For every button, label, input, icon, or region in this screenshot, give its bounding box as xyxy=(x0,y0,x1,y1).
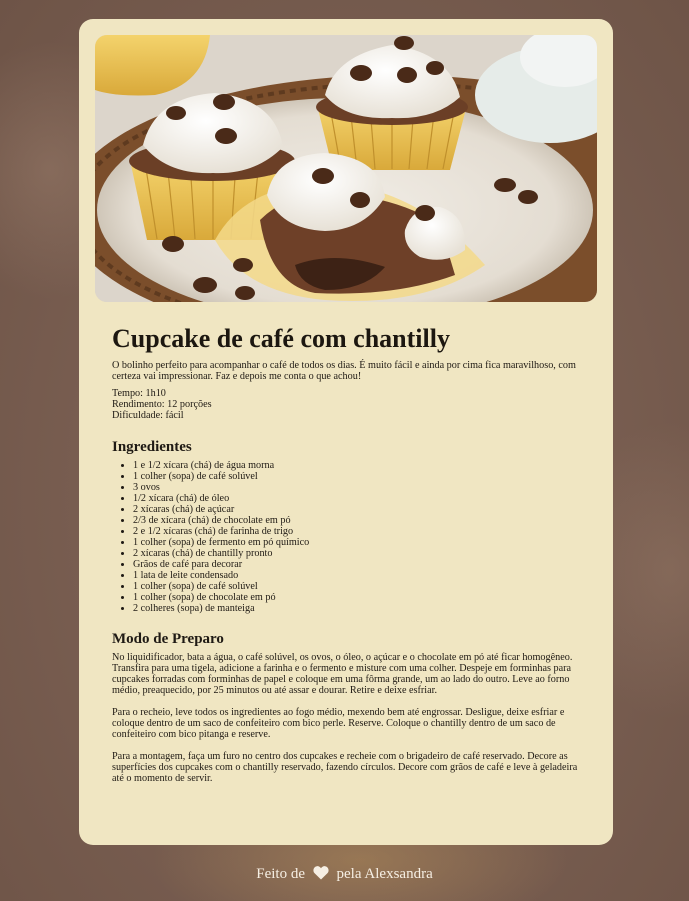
ingredient-item: 1 e 1/2 xícara (chá) de água morna xyxy=(133,460,582,471)
ingredient-item: 1 colher (sopa) de café solúvel xyxy=(133,581,582,592)
ingredient-item: 1 lata de leite condensado xyxy=(133,570,582,581)
ingredient-item: 2 xícaras (chá) de chantilly pronto xyxy=(133,548,582,559)
footer-prefix: Feito de xyxy=(256,866,306,882)
preparation-paragraph: Para a montagem, faça um furo no centro … xyxy=(112,751,578,784)
recipe-time: Tempo: 1h10 xyxy=(112,388,166,399)
heart-icon xyxy=(313,865,329,886)
recipe-yield: Rendimento: 12 porções xyxy=(112,399,212,410)
ingredient-item: 2 xícaras (chá) de açúcar xyxy=(133,504,582,515)
preparation-steps: No liquidificador, bata a água, o café s… xyxy=(112,652,582,784)
footer-suffix: pela Alexsandra xyxy=(336,866,433,882)
ingredient-item: 2/3 de xícara (chá) de chocolate em pó xyxy=(133,515,582,526)
recipe-content: Cupcake de café com chantilly O bolinho … xyxy=(112,324,582,795)
ingredient-item: 1 colher (sopa) de café solúvel xyxy=(133,471,582,482)
preparation-paragraph: No liquidificador, bata a água, o café s… xyxy=(112,652,573,696)
ingredient-item: 3 ovos xyxy=(133,482,582,493)
recipe-intro: O bolinho perfeito para acompanhar o caf… xyxy=(112,360,576,382)
ingredient-item: 1/2 xícara (chá) de óleo xyxy=(133,493,582,504)
ingredient-item: 2 colheres (sopa) de manteiga xyxy=(133,603,582,614)
ingredient-item: Grãos de café para decorar xyxy=(133,559,582,570)
ingredient-item: 1 colher (sopa) de chocolate em pó xyxy=(133,592,582,603)
recipe-photo xyxy=(95,35,597,302)
preparation-heading: Modo de Preparo xyxy=(112,631,224,647)
ingredient-item: 1 colher (sopa) de fermento em pó químic… xyxy=(133,537,582,548)
recipe-meta: Tempo: 1h10 Rendimento: 12 porções Dific… xyxy=(112,388,582,421)
ingredient-item: 2 e 1/2 xícaras (chá) de farinha de trig… xyxy=(133,526,582,537)
page-footer: Feito de pela Alexsandra xyxy=(0,864,689,886)
ingredients-list: 1 e 1/2 xícara (chá) de água morna 1 col… xyxy=(112,460,582,614)
recipe-title: Cupcake de café com chantilly xyxy=(112,324,450,353)
preparation-paragraph: Para o recheio, leve todos os ingredient… xyxy=(112,707,565,740)
recipe-difficulty: Dificuldade: fácil xyxy=(112,410,184,421)
recipe-card: Cupcake de café com chantilly O bolinho … xyxy=(79,19,613,845)
ingredients-heading: Ingredientes xyxy=(112,439,192,455)
